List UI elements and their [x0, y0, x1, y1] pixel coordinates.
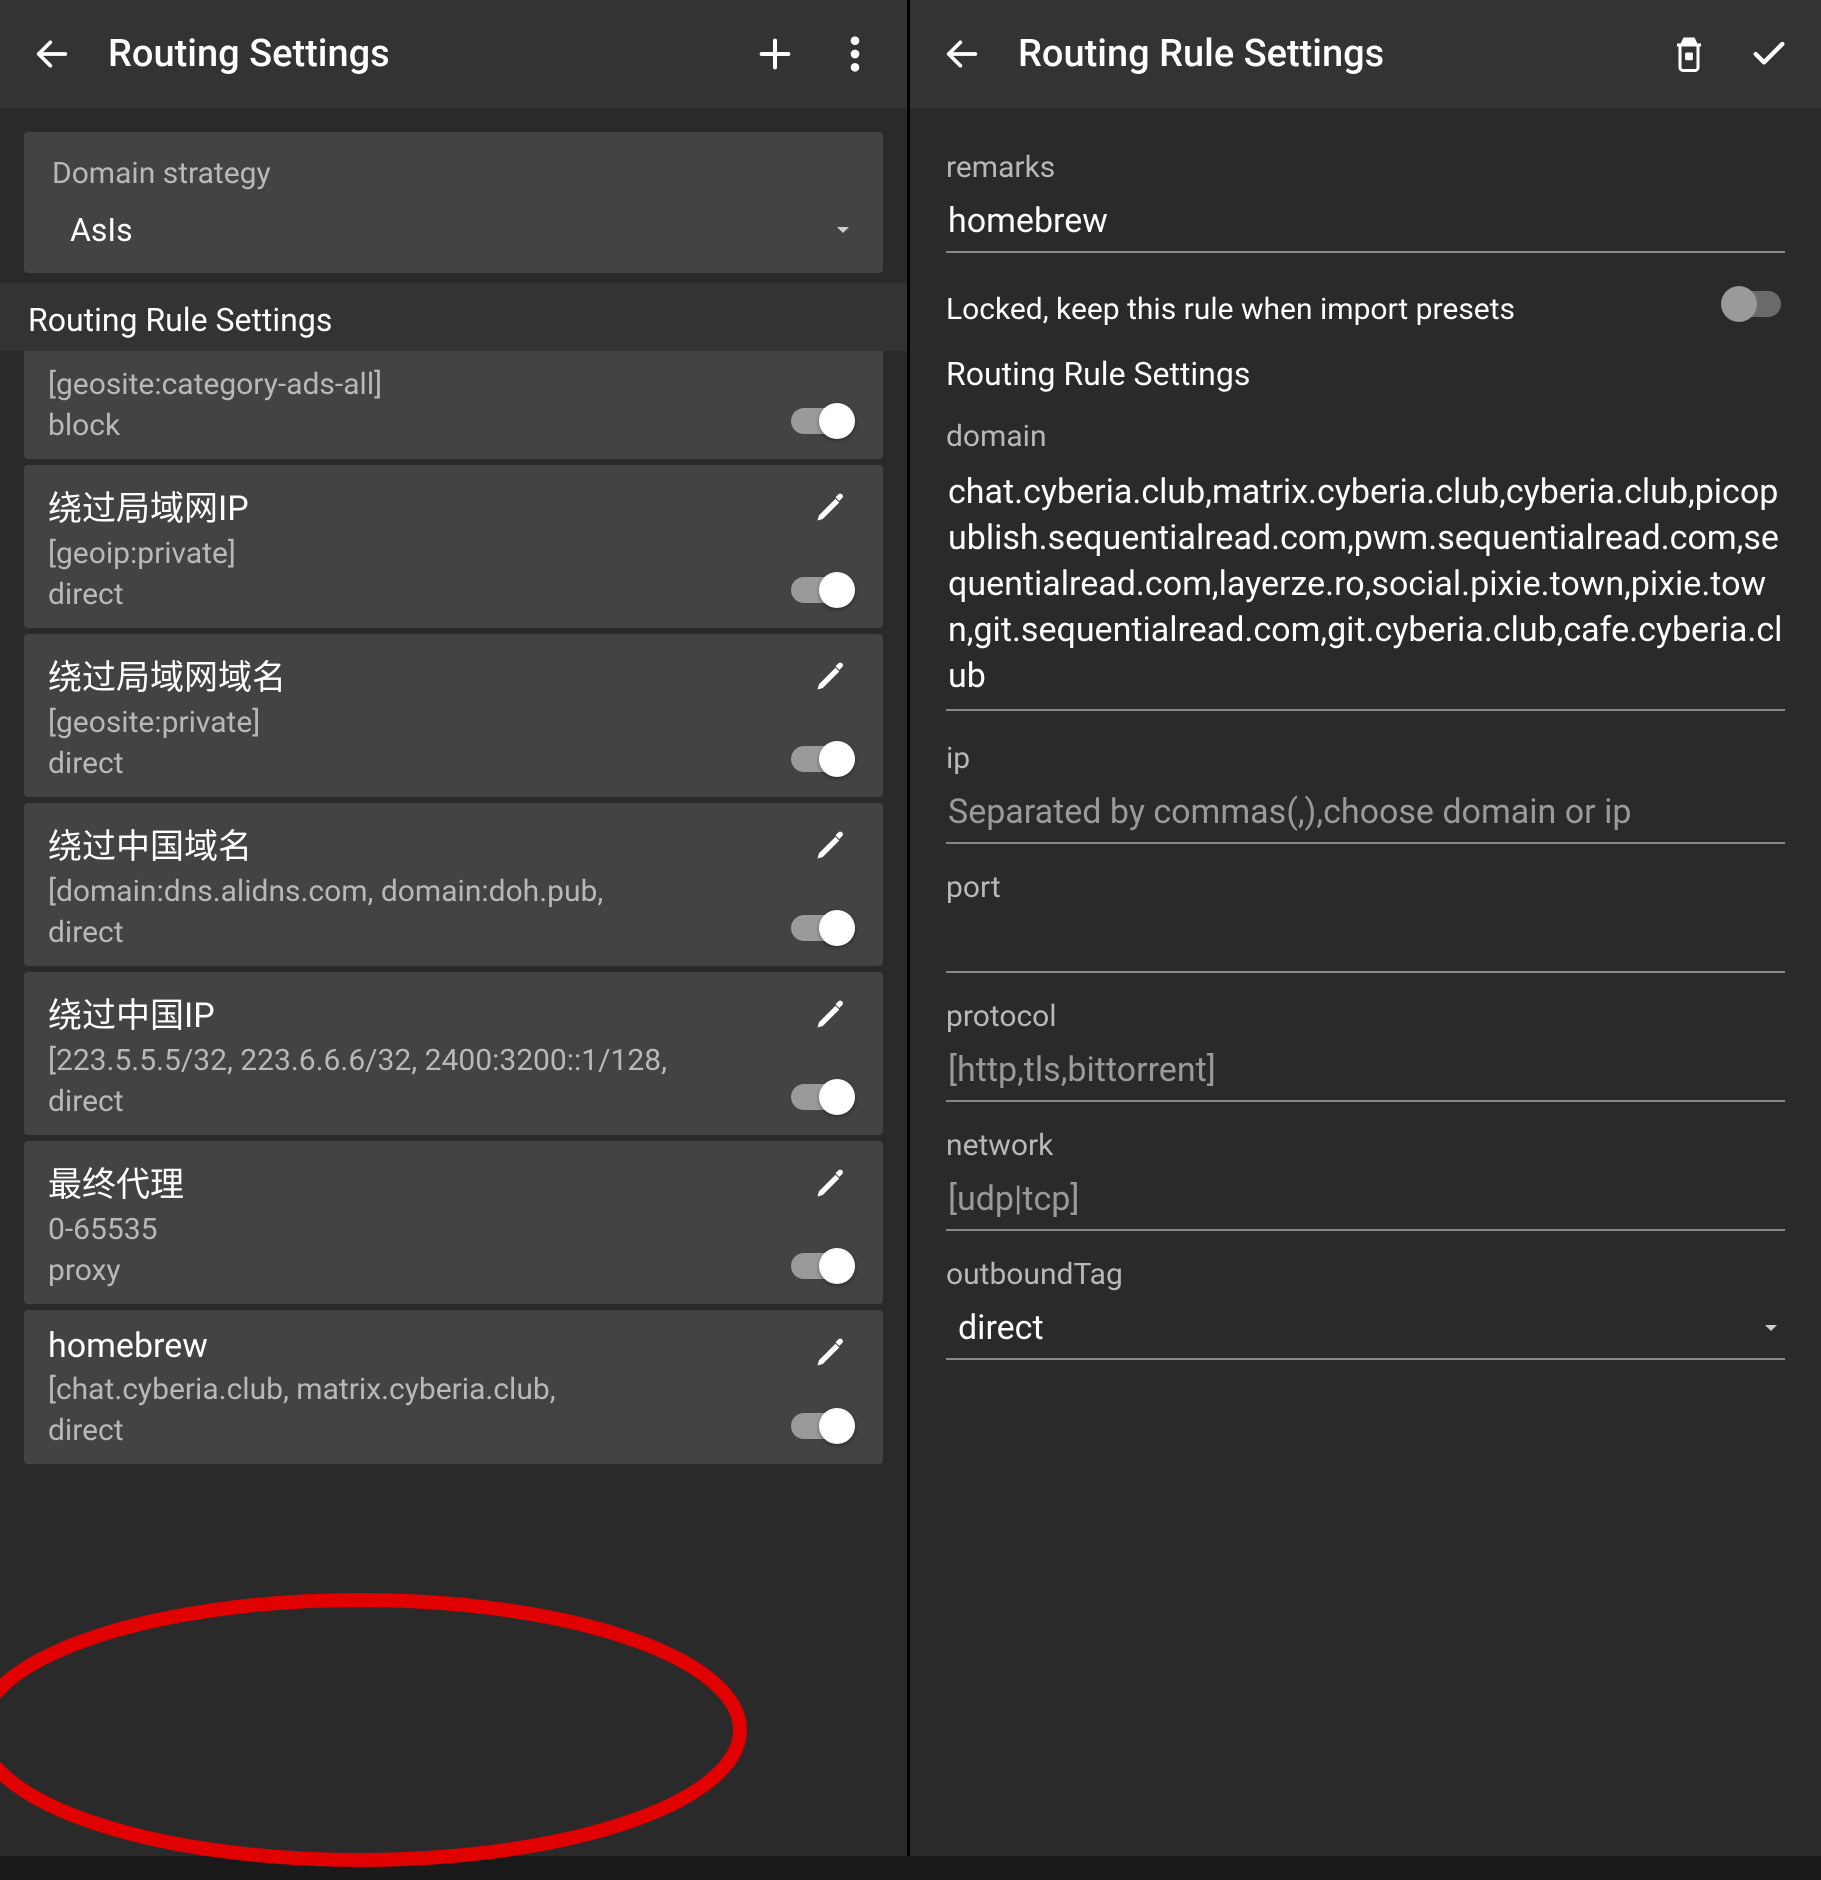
rule-title: homebrew	[48, 1326, 859, 1366]
rule-toggle[interactable]	[791, 908, 855, 948]
add-button[interactable]	[751, 30, 799, 78]
rule-card[interactable]: 绕过中国域名 [domain:dns.alidns.com, domain:doh…	[24, 803, 883, 966]
pencil-icon	[813, 827, 849, 863]
rule-detail: [geosite:private]	[48, 705, 859, 740]
arrow-back-icon	[32, 34, 72, 74]
rule-toggle[interactable]	[791, 401, 855, 441]
page-title-right: Routing Rule Settings	[1018, 32, 1633, 76]
rule-toggle[interactable]	[791, 739, 855, 779]
save-button[interactable]	[1745, 30, 1793, 78]
rule-action: direct	[48, 915, 859, 950]
rule-card[interactable]: homebrew [chat.cyberia.club, matrix.cyber…	[24, 1310, 883, 1464]
protocol-label: protocol	[946, 999, 1785, 1034]
plus-icon	[755, 34, 795, 74]
rule-detail: 0-65535	[48, 1212, 859, 1247]
pencil-icon	[813, 489, 849, 525]
outbound-label: outboundTag	[946, 1257, 1785, 1292]
rule-action: direct	[48, 1084, 859, 1119]
edit-rule-button[interactable]	[807, 821, 855, 869]
domain-strategy-value: AsIs	[70, 211, 133, 249]
edit-rule-button[interactable]	[807, 483, 855, 531]
appbar-left: Routing Settings	[0, 0, 907, 108]
rule-section-header: Routing Rule Settings	[946, 355, 1785, 393]
remarks-input[interactable]	[946, 191, 1785, 253]
rule-action: proxy	[48, 1253, 859, 1288]
edit-rule-button[interactable]	[807, 1328, 855, 1376]
pencil-icon	[813, 658, 849, 694]
rule-toggle[interactable]	[791, 1246, 855, 1286]
rule-title: 绕过中国IP	[48, 988, 859, 1037]
rule-title: 绕过中国域名	[48, 819, 859, 868]
protocol-input[interactable]	[946, 1040, 1785, 1102]
rule-title: 绕过局域网IP	[48, 481, 859, 530]
rule-detail: [223.5.5.5/32, 223.6.6.6/32, 2400:3200::…	[48, 1043, 859, 1078]
back-button[interactable]	[28, 30, 76, 78]
pencil-icon	[813, 1165, 849, 1201]
locked-toggle[interactable]	[1725, 291, 1785, 327]
rule-detail: [domain:dns.alidns.com, domain:doh.pub,	[48, 874, 859, 909]
rule-card[interactable]: 绕过中国IP [223.5.5.5/32, 223.6.6.6/32, 2400:…	[24, 972, 883, 1135]
edit-rule-button[interactable]	[807, 1159, 855, 1207]
rule-title: 最终代理	[48, 1157, 859, 1206]
locked-label: Locked, keep this rule when import prese…	[946, 292, 1713, 327]
rule-toggle[interactable]	[791, 570, 855, 610]
back-button-right[interactable]	[938, 30, 986, 78]
rule-toggle[interactable]	[791, 1077, 855, 1117]
chevron-down-icon	[1759, 1316, 1783, 1340]
chevron-down-icon	[831, 218, 855, 242]
rule-detail: [geoip:private]	[48, 536, 859, 571]
port-input[interactable]	[946, 911, 1785, 973]
overflow-menu-button[interactable]	[831, 30, 879, 78]
domain-strategy-dropdown[interactable]: Domain strategy AsIs	[24, 132, 883, 273]
rule-detail: [geosite:category-ads-all]	[48, 367, 859, 402]
rule-action: direct	[48, 1413, 859, 1448]
port-label: port	[946, 870, 1785, 905]
rule-action: direct	[48, 746, 859, 781]
rule-card[interactable]: [geosite:category-ads-all] block	[24, 351, 883, 459]
domain-strategy-label: Domain strategy	[52, 156, 855, 191]
edit-rule-button[interactable]	[807, 652, 855, 700]
appbar-right: Routing Rule Settings	[910, 0, 1821, 108]
rule-action: direct	[48, 577, 859, 612]
rule-card[interactable]: 绕过局域网域名 [geosite:private] direct	[24, 634, 883, 797]
ip-label: ip	[946, 741, 1785, 776]
page-title-left: Routing Settings	[108, 32, 719, 76]
trash-icon	[1671, 34, 1707, 74]
delete-button[interactable]	[1665, 30, 1713, 78]
arrow-back-icon	[942, 34, 982, 74]
domain-label: domain	[946, 419, 1785, 454]
routing-rules-header: Routing Rule Settings	[0, 283, 907, 351]
rule-toggle[interactable]	[791, 1406, 855, 1446]
domain-input[interactable]	[946, 460, 1785, 711]
outbound-dropdown[interactable]: direct	[946, 1298, 1785, 1360]
check-icon	[1747, 34, 1791, 74]
outbound-value: direct	[948, 1308, 1044, 1348]
rule-detail: [chat.cyberia.club, matrix.cyberia.club,	[48, 1372, 859, 1407]
ip-input[interactable]	[946, 782, 1785, 844]
rule-action: block	[48, 408, 859, 443]
pencil-icon	[813, 996, 849, 1032]
remarks-label: remarks	[946, 150, 1785, 185]
rule-card[interactable]: 最终代理 0-65535 proxy	[24, 1141, 883, 1304]
pencil-icon	[813, 1334, 849, 1370]
network-input[interactable]	[946, 1169, 1785, 1231]
rule-title: 绕过局域网域名	[48, 650, 859, 699]
network-label: network	[946, 1128, 1785, 1163]
edit-rule-button[interactable]	[807, 990, 855, 1038]
rule-card[interactable]: 绕过局域网IP [geoip:private] direct	[24, 465, 883, 628]
more-vert-icon	[849, 34, 861, 74]
